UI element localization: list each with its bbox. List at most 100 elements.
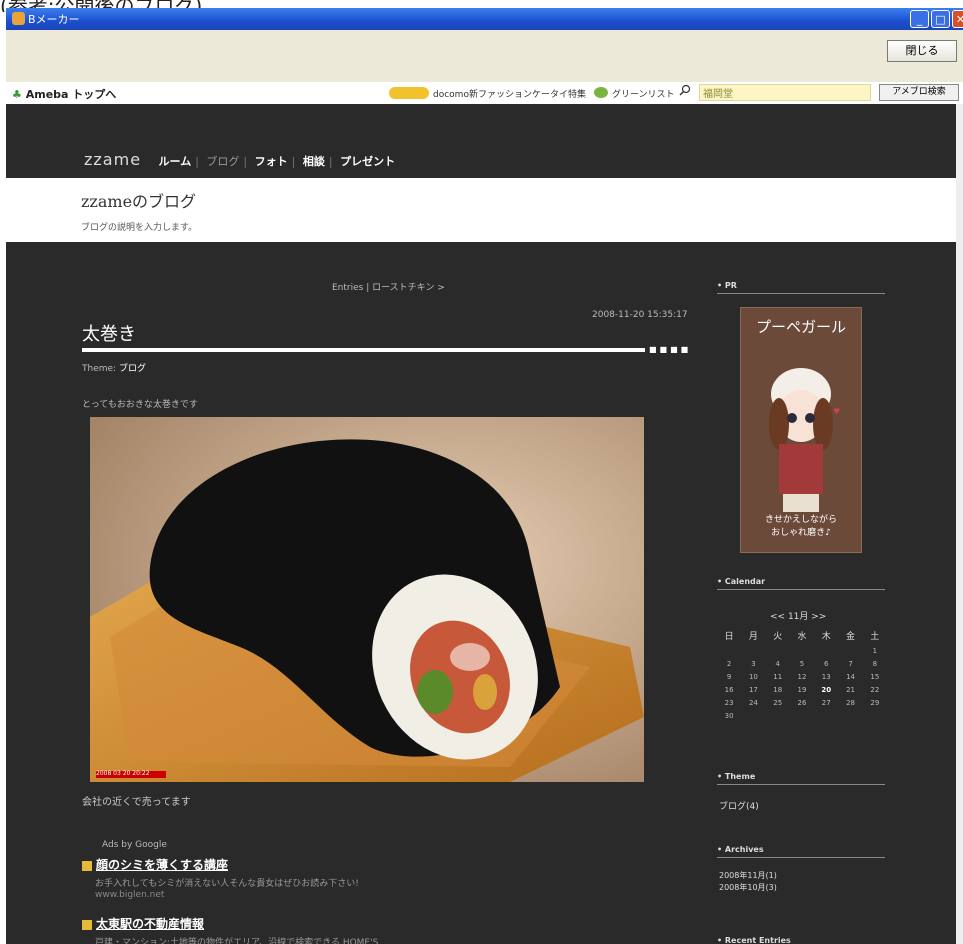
calendar-day: 28 <box>846 698 855 707</box>
blog-title[interactable]: zzameのブログ <box>81 188 196 212</box>
ameba-leaf-icon: ♣ <box>12 88 22 101</box>
calendar-day: 22 <box>870 685 880 694</box>
entry-title[interactable]: 太巻き <box>82 320 136 346</box>
nav-photo[interactable]: フォト <box>255 155 288 168</box>
ad-link[interactable]: 顔のシミを薄くする講座 <box>82 856 228 873</box>
calendar-dow: 月 <box>748 632 758 642</box>
greenlist-icon[interactable] <box>594 87 608 98</box>
calendar-week-row: 16 17 18 19 20 21 22 <box>717 683 887 696</box>
close-button[interactable]: 閉じる <box>887 40 957 62</box>
entry-intro: とってもおおきな太巻きです <box>82 400 198 410</box>
blog-nav: zzame ルーム | ブログ | フォト | 相談 | プレゼント <box>84 150 395 169</box>
calendar-day <box>766 709 790 722</box>
nav-present[interactable]: プレゼント <box>340 155 395 168</box>
calendar-table: 日 月 火 水 木 金 土 1 2 3 4 5 6 7 8 9 10 11 12 13 14 15 16 17 1… <box>717 627 887 722</box>
calendar-week-row: 1 <box>717 644 887 657</box>
sushi-photo[interactable]: 2008 03 20 20:22 <box>90 417 644 782</box>
sidebar-rule <box>717 293 885 294</box>
calendar-day: 20 <box>821 685 832 694</box>
calendar-day: 26 <box>797 698 807 707</box>
calendar-day: 21 <box>846 685 855 694</box>
theme-link[interactable]: ブログ <box>119 364 146 374</box>
archive-link[interactable]: 2008年10月(3) <box>719 882 777 893</box>
calendar-day: 7 <box>848 659 853 668</box>
ad-icon <box>82 919 92 930</box>
calendar-day <box>838 709 862 722</box>
calendar-day <box>814 709 838 722</box>
pr-banner[interactable]: プーペガール ♥ きせかえしながら おしゃれ磨き♪ <box>740 307 862 553</box>
blog-header: zzameのブログ ブログの説明を入力します。 <box>6 178 956 242</box>
ad-title[interactable]: 顔のシミを薄くする講座 <box>96 858 228 872</box>
ameba-top-link[interactable]: ♣ Ameba トップへ <box>12 86 116 102</box>
calendar-day: 25 <box>773 698 783 707</box>
archive-link[interactable]: 2008年11月(1) <box>719 870 777 881</box>
nav-brand[interactable]: zzame <box>84 150 141 169</box>
blog-description: ブログの説明を入力します。 <box>81 223 198 233</box>
sidebar-recent-header: • Recent Entries <box>717 936 791 944</box>
calendar-day: 6 <box>824 659 829 668</box>
nav-separator: | <box>328 155 333 168</box>
theme-item-link[interactable]: ブログ(4) <box>719 799 759 812</box>
sushi-illustration <box>90 417 644 782</box>
promo-badge-icon[interactable] <box>389 87 429 99</box>
ad-link[interactable]: 太東駅の不動産情報 <box>82 915 204 932</box>
calendar-dow: 木 <box>821 632 831 642</box>
calendar-day <box>741 709 765 722</box>
calendar-day <box>766 644 790 657</box>
pr-banner-line1: きせかえしながら <box>764 515 837 525</box>
calendar-day <box>717 644 741 657</box>
calendar-day: 14 <box>846 672 855 681</box>
app-toolbar: 閉じる <box>6 30 963 83</box>
ad-icon <box>82 860 92 871</box>
calendar-dow: 水 <box>797 632 807 642</box>
sidebar-rule <box>717 589 885 590</box>
ad-url[interactable]: www.biglen.net <box>95 890 164 900</box>
scrollbar[interactable] <box>956 104 963 944</box>
maximize-button[interactable]: □ <box>931 10 950 28</box>
search-button[interactable]: アメブロ検索 <box>879 84 959 101</box>
calendar-week-row: 9 10 11 12 13 14 15 <box>717 670 887 683</box>
calendar-day: 4 <box>775 659 780 668</box>
sidebar-calendar-header: • Calendar <box>717 577 766 586</box>
calendar-dow-row: 日 月 火 水 木 金 土 <box>717 627 887 644</box>
calendar-day <box>741 644 765 657</box>
minimize-button[interactable]: _ <box>910 10 929 28</box>
close-window-button[interactable]: ✕ <box>952 10 963 28</box>
calendar-day: 8 <box>872 659 878 668</box>
calendar-day: 23 <box>724 698 734 707</box>
promo-link[interactable]: docomo新ファッションケータイ特集 <box>433 87 586 100</box>
calendar-day: 29 <box>870 698 880 707</box>
entry-caption: 会社の近くで売ってます <box>82 797 191 808</box>
calendar-dow: 日 <box>724 632 734 642</box>
calendar-day: 3 <box>751 659 756 668</box>
calendar-day: 19 <box>797 685 807 694</box>
calendar-day: 5 <box>799 659 805 668</box>
calendar-week-row: 2 3 4 5 6 7 8 <box>717 657 887 670</box>
calendar-day: 15 <box>870 672 880 681</box>
calendar-day: 16 <box>724 685 734 694</box>
blog-page: zzame ルーム | ブログ | フォト | 相談 | プレゼント zzameのブログ… <box>6 104 956 944</box>
calendar-day <box>838 644 862 657</box>
ad-title[interactable]: 太東駅の不動産情報 <box>96 917 204 931</box>
calendar-day <box>790 709 814 722</box>
search-input[interactable]: 福岡堂 <box>699 84 871 101</box>
calendar-day <box>814 644 838 657</box>
nav-consult[interactable]: 相談 <box>303 155 325 168</box>
calendar-day: 13 <box>821 672 831 681</box>
calendar-day: 30 <box>724 711 734 720</box>
nav-blog[interactable]: ブログ <box>206 155 239 168</box>
nav-room[interactable]: ルーム <box>159 155 192 168</box>
calendar-dow: 金 <box>846 632 856 642</box>
sidebar-rule <box>717 857 885 858</box>
calendar-nav[interactable]: << 11月 >> <box>770 609 826 622</box>
calendar-day: 27 <box>821 698 831 707</box>
entry-nav[interactable]: Entries | ローストチキン > <box>332 280 445 293</box>
greenlist-link[interactable]: グリーンリスト <box>612 87 675 100</box>
entry-theme: Theme: ブログ <box>82 361 146 374</box>
ad-description: 戸建・マンション:土地等の物件がエリア、沿線で検索できる HOME'S <box>95 938 379 944</box>
search-icon <box>679 84 691 96</box>
nav-separator: | <box>243 155 248 168</box>
calendar-day: 1 <box>872 646 878 655</box>
window-title: Bメーカー <box>28 13 80 26</box>
sidebar-theme-header: • Theme <box>717 772 756 781</box>
